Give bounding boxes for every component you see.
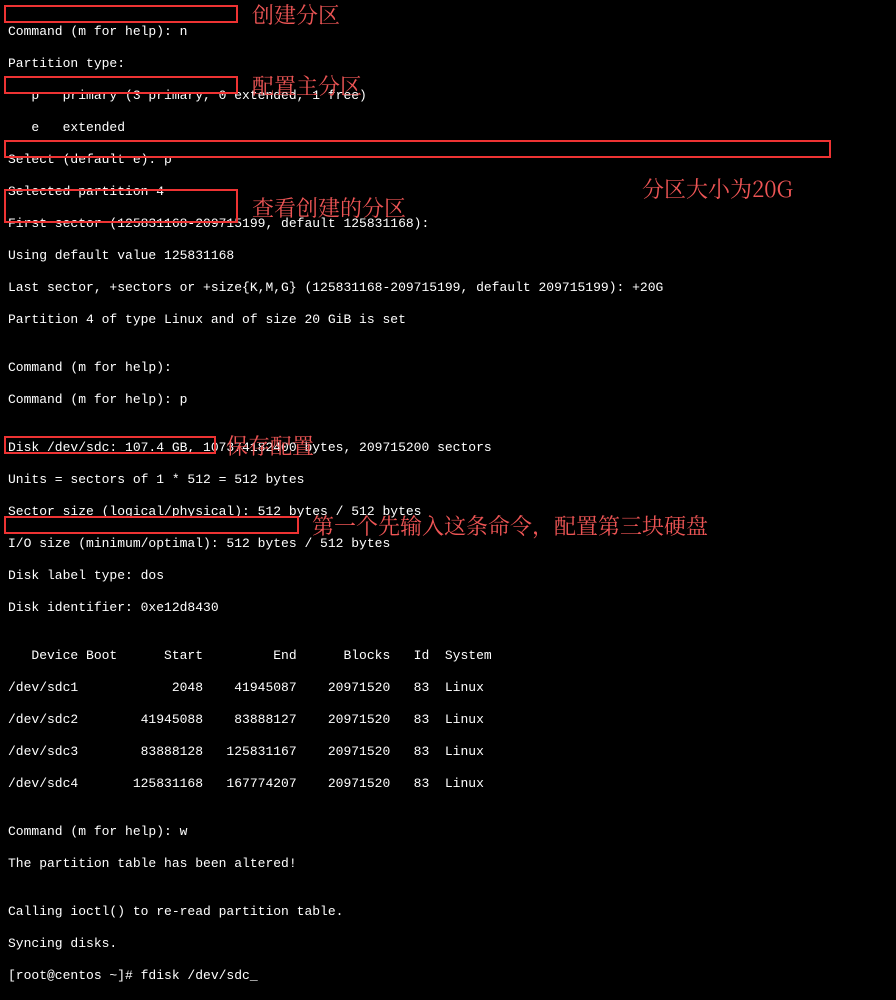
line-set-20g: Partition 4 of type Linux and of size 20… bbox=[8, 312, 888, 328]
line-syncing: Syncing disks. bbox=[8, 936, 888, 952]
line-last-sector[interactable]: Last sector, +sectors or +size{K,M,G} (1… bbox=[8, 280, 888, 296]
line-sector-size: Sector size (logical/physical): 512 byte… bbox=[8, 504, 888, 520]
line-units: Units = sectors of 1 * 512 = 512 bytes bbox=[8, 472, 888, 488]
line-cmd-p[interactable]: Command (m for help): p bbox=[8, 392, 888, 408]
line-io-size: I/O size (minimum/optimal): 512 bytes / … bbox=[8, 536, 888, 552]
line-cmd-help: Command (m for help): bbox=[8, 360, 888, 376]
line-disk-info: Disk /dev/sdc: 107.4 GB, 107374182400 by… bbox=[8, 440, 888, 456]
terminal-output: Command (m for help): n Partition type: … bbox=[8, 8, 888, 1000]
line-extended: e extended bbox=[8, 120, 888, 136]
table-header: Device Boot Start End Blocks Id System bbox=[8, 648, 888, 664]
line-first-sector: First sector (125831168-209715199, defau… bbox=[8, 216, 888, 232]
table-row: /dev/sdc2 41945088 83888127 20971520 83 … bbox=[8, 712, 888, 728]
line-partition-type: Partition type: bbox=[8, 56, 888, 72]
line-cmd-w[interactable]: Command (m for help): w bbox=[8, 824, 888, 840]
table-row: /dev/sdc4 125831168 167774207 20971520 8… bbox=[8, 776, 888, 792]
line-disk-label: Disk label type: dos bbox=[8, 568, 888, 584]
line-select-p[interactable]: Select (default e): p bbox=[8, 152, 888, 168]
shell-prompt[interactable]: [root@centos ~]# fdisk /dev/sdc_ bbox=[8, 968, 888, 984]
line-altered: The partition table has been altered! bbox=[8, 856, 888, 872]
table-row: /dev/sdc3 83888128 125831167 20971520 83… bbox=[8, 744, 888, 760]
line-cmd-n[interactable]: Command (m for help): n bbox=[8, 24, 888, 40]
line-primary: p primary (3 primary, 0 extended, 1 free… bbox=[8, 88, 888, 104]
line-selected4: Selected partition 4 bbox=[8, 184, 888, 200]
line-disk-id: Disk identifier: 0xe12d8430 bbox=[8, 600, 888, 616]
line-use-default: Using default value 125831168 bbox=[8, 248, 888, 264]
line-ioctl: Calling ioctl() to re-read partition tab… bbox=[8, 904, 888, 920]
table-row: /dev/sdc1 2048 41945087 20971520 83 Linu… bbox=[8, 680, 888, 696]
